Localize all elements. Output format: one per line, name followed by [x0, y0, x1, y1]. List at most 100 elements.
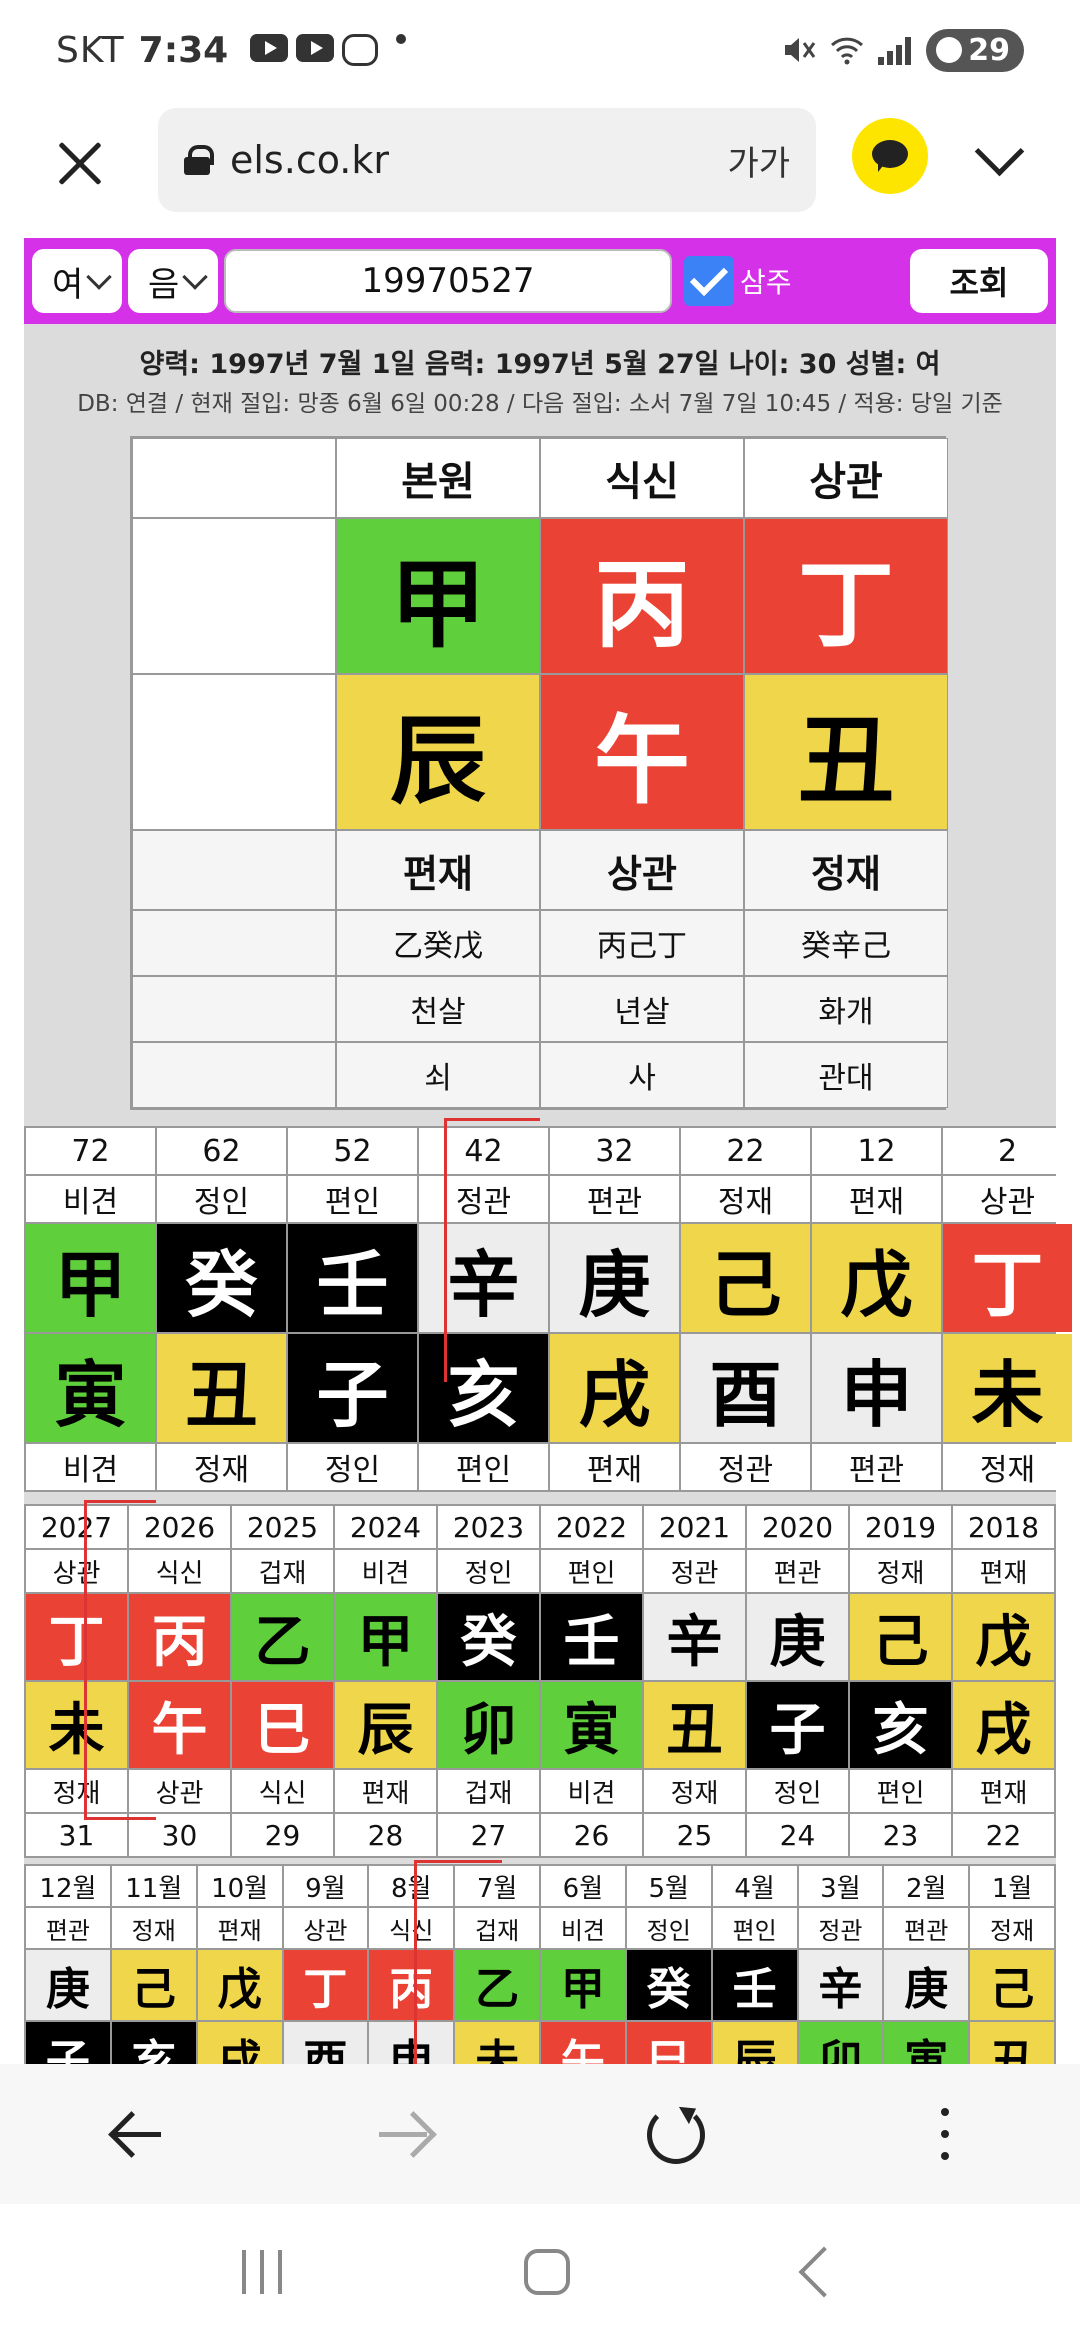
seun-year: 2018: [953, 1506, 1054, 1548]
pillar-stage: 쇠: [336, 1042, 540, 1108]
daeun-table: 72 62 52 42 32 22 12 2 비견 정인 편인 정관 편관 정재 편재 상관 甲癸壬辛庚己戊丁寅…: [24, 1126, 1072, 1492]
solar-term-info: DB: 연결 / 현재 절입: 망종 6월 6일 00:28 / 다음 절입: …: [77, 391, 1003, 417]
mute-icon: [782, 35, 816, 65]
wolun-month: 2월: [884, 1866, 969, 1906]
seun-year: 2026: [129, 1506, 230, 1548]
gender-select[interactable]: 여: [32, 249, 122, 313]
seun-branch-god: 상관: [129, 1770, 230, 1812]
daeun-age: 52: [288, 1128, 417, 1174]
forward-arrow-icon[interactable]: [365, 2094, 445, 2174]
kakao-chat-icon[interactable]: [852, 118, 928, 194]
birth-date-input[interactable]: 19970527: [224, 249, 672, 313]
seun-age: 30: [129, 1814, 230, 1856]
seun-stem-god: 겁재: [232, 1550, 333, 1592]
wolun-stem: 丙: [369, 1950, 454, 2020]
home-icon[interactable]: [524, 2249, 570, 2295]
more-options-icon[interactable]: [905, 2094, 985, 2174]
app-face-icon: [342, 34, 379, 66]
daeun-branch-god: 편인: [419, 1444, 548, 1490]
seun-stem-god: 편재: [953, 1550, 1054, 1592]
wolun-stem-god: 식신: [369, 1908, 454, 1948]
wolun-month: 5월: [626, 1866, 711, 1906]
wolun-stem: 丁: [283, 1950, 368, 2020]
seun-branch-god: 정재: [644, 1770, 745, 1812]
wolun-stem: 乙: [455, 1950, 539, 2020]
status-left: SKT 7:34: [56, 30, 407, 71]
daeun-branch: 子: [288, 1334, 417, 1442]
daeun-stem: 辛: [419, 1224, 548, 1332]
seun-branch: 亥: [850, 1682, 951, 1768]
search-button[interactable]: 조회: [910, 249, 1048, 313]
daeun-stem: 癸: [157, 1224, 286, 1332]
daeun-branch-god: 편관: [812, 1444, 941, 1490]
daeun-age: 32: [550, 1128, 679, 1174]
status-bar: SKT 7:34 29: [0, 0, 1080, 100]
wolun-table: 12월 11월 10월 9월 8월 7월 6월 5월 4월 3월 2월 1월 편관 정재 편재 상관 식신 겁재 비…: [24, 1864, 1056, 2064]
calendar-type-value: 음: [148, 264, 180, 305]
saju-checkbox[interactable]: [684, 256, 734, 306]
pillar-hidden-stems: [132, 910, 336, 976]
pillar-stage: [132, 1042, 336, 1108]
seun-branch-god: 비견: [541, 1770, 642, 1812]
system-back-icon[interactable]: [798, 2246, 850, 2298]
seun-age: 29: [232, 1814, 333, 1856]
back-arrow-icon[interactable]: [95, 2094, 175, 2174]
pillar-stem: 丁: [744, 518, 948, 674]
wolun-stem-god: 겁재: [455, 1908, 539, 1948]
seun-stem: 辛: [644, 1594, 745, 1680]
wolun-branch: 戌: [197, 2022, 282, 2064]
seun-age: 27: [438, 1814, 539, 1856]
pillar-branch: 辰: [336, 674, 540, 830]
saju-checkbox-label[interactable]: 삼주: [740, 261, 792, 301]
pillar-spirit: [132, 976, 336, 1042]
seun-stem-god: 편관: [747, 1550, 848, 1592]
seun-branch: 辰: [335, 1682, 436, 1768]
seun-stem: 甲: [335, 1594, 436, 1680]
seun-table: 2027 2026 2025 2024 2023 2022 2021 2020 2019 2018…: [24, 1504, 1056, 1858]
daeun-branch-god: 정인: [288, 1444, 417, 1490]
daeun-stem: 甲: [26, 1224, 155, 1332]
wolun-stem: 庚: [26, 1950, 110, 2020]
daeun-age: 42: [419, 1128, 548, 1174]
wolun-month: 9월: [283, 1866, 368, 1906]
calendar-type-select[interactable]: 음: [128, 249, 218, 313]
daeun-branch: 寅: [26, 1334, 155, 1442]
address-bar[interactable]: els.co.kr 가가: [158, 108, 816, 212]
seun-stem-god: 식신: [129, 1550, 230, 1592]
wolun-stem-god: 정관: [798, 1908, 883, 1948]
browser-bottom-nav: [0, 2064, 1080, 2204]
wolun-month: 1월: [970, 1866, 1054, 1906]
text-size-button[interactable]: 가가: [727, 136, 790, 185]
wolun-month: 8월: [369, 1866, 454, 1906]
seun-stem: 戊: [953, 1594, 1054, 1680]
daeun-branch-god: 비견: [26, 1444, 155, 1490]
seun-stem-god: 정관: [644, 1550, 745, 1592]
seun-age: 23: [850, 1814, 951, 1856]
saju-page: 여 음 19970527 삼주 조회 양력: 1997년 7월 1일 음력: 1…: [24, 238, 1072, 2064]
wolun-branch: 午: [541, 2022, 625, 2064]
seun-year: 2020: [747, 1506, 848, 1548]
battery-indicator: 29: [926, 28, 1024, 72]
seun-stem-god: 비견: [335, 1550, 436, 1592]
wolun-stem: 庚: [884, 1950, 969, 2020]
seun-age: 25: [644, 1814, 745, 1856]
daeun-branch-god: 편재: [550, 1444, 679, 1490]
pillar-header: 식신: [540, 438, 744, 518]
daeun-stem-god: 비견: [26, 1176, 155, 1222]
pillar-header: 상관: [744, 438, 948, 518]
wolun-branch: 酉: [283, 2022, 368, 2064]
seun-stem: 丙: [129, 1594, 230, 1680]
recent-apps-icon[interactable]: [238, 2250, 288, 2294]
saju-checkbox-group[interactable]: 삼주: [684, 256, 792, 306]
refresh-icon[interactable]: [635, 2094, 715, 2174]
seun-stem: 丁: [26, 1594, 127, 1680]
wolun-stem-god: 상관: [283, 1908, 368, 1948]
pillar-branch: 丑: [744, 674, 948, 830]
daeun-age: 2: [943, 1128, 1072, 1174]
seun-year: 2022: [541, 1506, 642, 1548]
wolun-branch: 子: [26, 2022, 110, 2064]
chevron-down-icon[interactable]: [972, 134, 1028, 174]
pillar-hidden-stems: 乙癸戊: [336, 910, 540, 976]
close-icon[interactable]: [44, 128, 116, 200]
wolun-stem-god: 정재: [111, 1908, 196, 1948]
